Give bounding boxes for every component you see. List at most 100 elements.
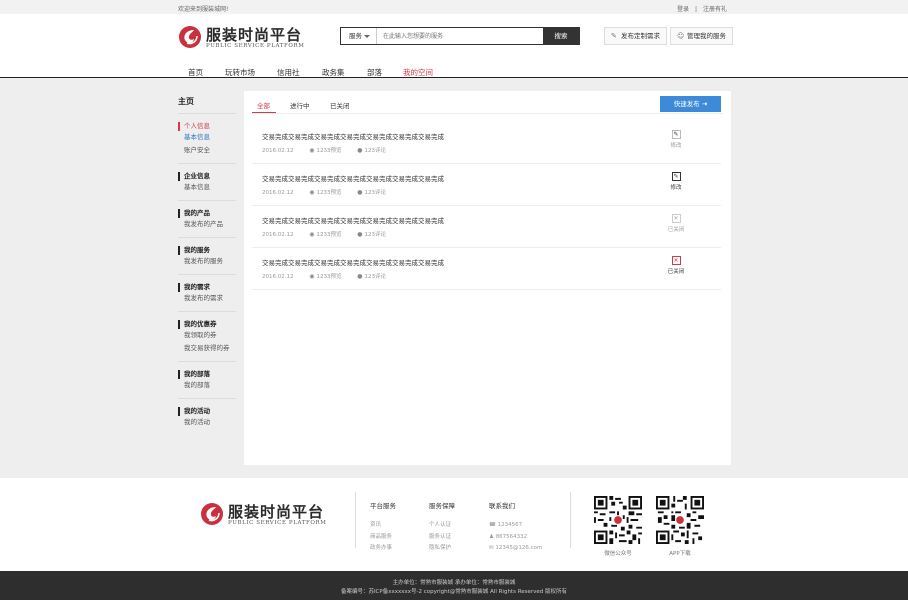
login-link[interactable]: 登录	[677, 6, 689, 13]
search-input[interactable]	[379, 28, 539, 44]
sidebar-item-account-security[interactable]: 账户安全	[178, 144, 238, 157]
logo-name-cn: 服装时尚平台	[206, 26, 303, 44]
sidebar-group-title[interactable]: 我的优惠券	[184, 320, 238, 329]
list-item[interactable]: 交易完成交易完成交易完成交易完成交易完成交易完成交易完成 2016.02.12 …	[252, 122, 721, 164]
item-date: 2016.02.12	[262, 274, 294, 280]
item-title[interactable]: 交易完成交易完成交易完成交易完成交易完成交易完成交易完成	[262, 173, 444, 183]
sidebar-group-personal: 个人信息 基本信息 账户安全	[178, 122, 238, 164]
item-comments: 123评论	[364, 274, 387, 280]
mail-icon: ✉	[489, 545, 494, 551]
sidebar-item-earned-coupons[interactable]: 我交易获得的券	[178, 342, 238, 355]
item-meta: 2016.02.12 ◉ 1233预览 ● 123评论	[262, 146, 400, 154]
site-logo[interactable]: 服装时尚平台 PUBLIC SERVICE PLATFORM	[178, 25, 318, 55]
sidebar-group-coupons: 我的优惠券 我领取的券 我交易获得的券	[178, 320, 238, 362]
list-item[interactable]: 交易完成交易完成交易完成交易完成交易完成交易完成交易完成 2016.02.12 …	[252, 248, 721, 290]
item-meta: 2016.02.12 ◉ 1233预览 ● 123评论	[262, 230, 400, 238]
quick-publish-button[interactable]: 快速发布 ⇥	[660, 96, 721, 112]
item-action[interactable]: ✕ 已关闭	[661, 214, 691, 233]
sidebar-item-basic-info[interactable]: 基本信息	[178, 131, 238, 144]
nav-item-tribe[interactable]: 部落	[367, 67, 382, 78]
footer-link[interactable]: 政务办事	[370, 543, 396, 555]
contact-email[interactable]: 12345@126.com	[495, 545, 542, 551]
chevron-down-icon	[364, 35, 370, 38]
sidebar-group-title[interactable]: 我的部落	[184, 370, 238, 379]
sidebar-divider	[178, 361, 236, 362]
footer-link[interactable]: 隐私保护	[429, 543, 455, 555]
sidebar-home[interactable]: 主页	[178, 96, 238, 107]
sidebar-group-title[interactable]: 我的需求	[184, 283, 238, 292]
sidebar-divider	[178, 163, 236, 164]
footer-col-guarantee: 服务保障 个人认证 服务认证 隐私保护	[429, 500, 455, 555]
footer-link[interactable]: 资讯	[370, 520, 396, 532]
footer: 服装时尚平台 PUBLIC SERVICE PLATFORM 平台服务 资讯 商…	[0, 478, 908, 571]
list-item[interactable]: 交易完成交易完成交易完成交易完成交易完成交易完成交易完成 2016.02.12 …	[252, 206, 721, 248]
top-bar: 欢迎来到服装城网! 登录 | 注册有礼	[0, 0, 908, 14]
list-item[interactable]: 交易完成交易完成交易完成交易完成交易完成交易完成交易完成 2016.02.12 …	[252, 164, 721, 206]
sidebar-item-my-services[interactable]: 我发布的服务	[178, 255, 238, 268]
sidebar-group-title[interactable]: 我的产品	[184, 209, 238, 218]
item-action[interactable]: ✎ 修改	[661, 130, 691, 149]
sidebar-group-title[interactable]: 个人信息	[184, 122, 238, 131]
nav-item-my-space[interactable]: 我的空间	[403, 67, 433, 78]
nav-item-government[interactable]: 政务集	[322, 67, 345, 78]
nav-item-market[interactable]: 玩转市场	[225, 67, 255, 78]
sidebar-group-title[interactable]: 我的服务	[184, 246, 238, 255]
qq-icon: ♟	[489, 533, 494, 540]
footer-link[interactable]: 服务认证	[429, 532, 455, 544]
sidebar-item-claimed-coupons[interactable]: 我领取的券	[178, 329, 238, 342]
sidebar-group-title[interactable]: 我的活动	[184, 407, 238, 416]
close-icon: ✕	[671, 256, 681, 265]
logo-mark-icon	[201, 503, 223, 525]
item-date: 2016.02.12	[262, 190, 294, 196]
item-action[interactable]: ✎ 修改	[661, 172, 691, 191]
tab-all[interactable]: 全部	[257, 100, 270, 110]
eye-icon: ◉	[309, 273, 315, 280]
footer-link[interactable]: 个人认证	[429, 520, 455, 532]
item-action[interactable]: ✕ 已关闭	[661, 256, 691, 275]
sidebar-group-activities: 我的活动 我的活动	[178, 407, 238, 429]
sidebar-group-title[interactable]: 企业信息	[184, 172, 238, 181]
footer-logo-cn: 服装时尚平台	[228, 503, 325, 521]
sidebar-item-my-demands[interactable]: 我发布的需求	[178, 292, 238, 305]
sidebar-divider	[178, 311, 236, 312]
search-category-label: 服务	[349, 32, 362, 40]
search-category-select[interactable]: 服务	[341, 28, 377, 44]
user-icon: ☺	[677, 32, 685, 40]
eye-icon: ◉	[309, 231, 315, 238]
item-title[interactable]: 交易完成交易完成交易完成交易完成交易完成交易完成交易完成	[262, 257, 444, 267]
sidebar-item-company-info[interactable]: 基本信息	[178, 181, 238, 194]
footer-logo[interactable]: 服装时尚平台 PUBLIC SERVICE PLATFORM	[200, 502, 330, 532]
manage-service-button[interactable]: ☺ 管理我的服务	[670, 27, 733, 45]
tab-in-progress[interactable]: 进行中	[290, 100, 310, 110]
sidebar-item-my-tribe[interactable]: 我的部落	[178, 379, 238, 392]
item-date: 2016.02.12	[262, 148, 294, 154]
edit-icon: ✎	[671, 130, 681, 139]
footer-link[interactable]: 商品服务	[370, 532, 396, 544]
wechat-qr-label: 微信公众号	[604, 551, 632, 557]
nav-item-credit[interactable]: 信用社	[277, 67, 300, 78]
tab-closed[interactable]: 已关闭	[330, 100, 350, 110]
contact-phone: 1234567	[497, 522, 523, 528]
sidebar-group-services: 我的服务 我发布的服务	[178, 246, 238, 275]
item-action-label: 修改	[670, 143, 682, 149]
search-button[interactable]: 搜索	[543, 27, 579, 45]
sidebar-item-my-products[interactable]: 我发布的产品	[178, 218, 238, 231]
sidebar-item-my-activities[interactable]: 我的活动	[178, 416, 238, 429]
contact-qq: 867564332	[495, 533, 528, 540]
nav-item-home[interactable]: 首页	[188, 67, 203, 78]
sidebar-group-products: 我的产品 我发布的产品	[178, 209, 238, 238]
copyright-text: 备案编号：苏ICP备xxxxxxx号-2 copyright@常熟市服装城 Al…	[340, 589, 568, 595]
footer-col-title: 服务保障	[429, 502, 455, 510]
welcome-text: 欢迎来到服装城网!	[178, 6, 229, 13]
item-action-label: 已关闭	[667, 227, 685, 233]
register-link[interactable]: 注册有礼	[703, 6, 727, 13]
item-action-label: 已关闭	[667, 269, 685, 275]
sidebar-divider	[178, 113, 236, 114]
item-title[interactable]: 交易完成交易完成交易完成交易完成交易完成交易完成交易完成	[262, 215, 444, 225]
publish-demand-button[interactable]: ✎ 发布定制需求	[604, 27, 667, 45]
logo-name-en: PUBLIC SERVICE PLATFORM	[206, 43, 305, 49]
footer-col-title: 联系我们	[489, 502, 515, 510]
footer-col-contact: 联系我们 ☎ 1234567 ♟ 867564332 ✉ 12345@126.c…	[489, 500, 542, 555]
app-qr-label: APP下载	[669, 551, 691, 557]
item-title[interactable]: 交易完成交易完成交易完成交易完成交易完成交易完成交易完成	[262, 131, 444, 141]
